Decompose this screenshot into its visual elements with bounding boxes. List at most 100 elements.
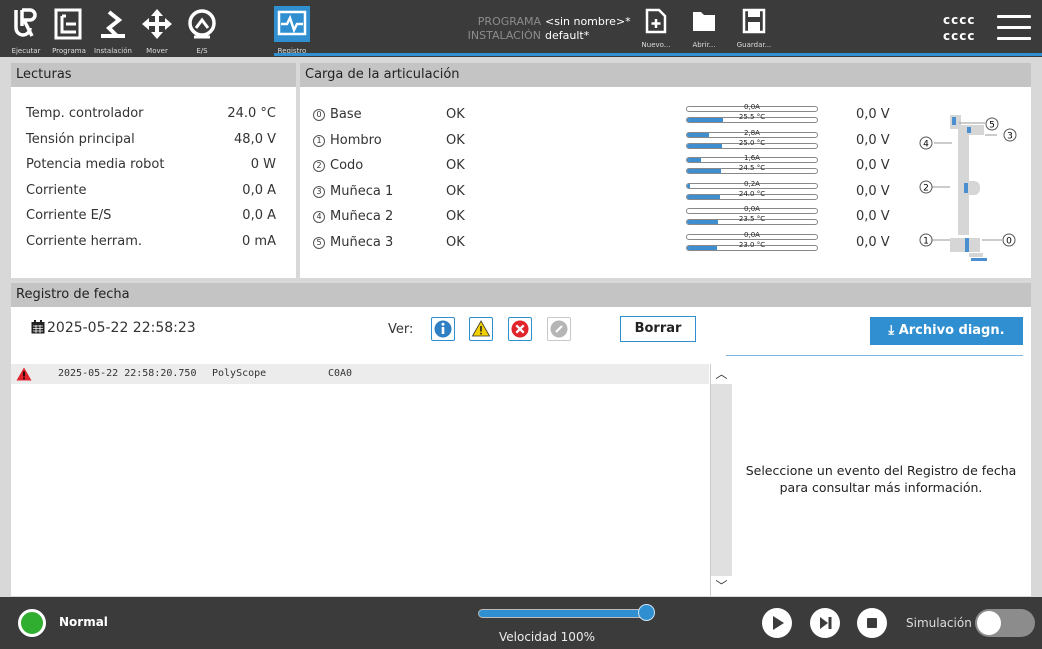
download-icon: ⤓ [888, 323, 895, 338]
stop-button[interactable] [857, 608, 887, 638]
current-value: 0,0A [744, 230, 760, 239]
log-detail-message: Seleccione un evento del Registro de fec… [745, 463, 1017, 495]
temperature-value: 23.5 °C [738, 215, 766, 223]
joint-row: 5 Muñeca 3 OK [313, 235, 913, 253]
play-icon [773, 616, 784, 630]
svg-text:1: 1 [923, 237, 929, 247]
open-file-button[interactable]: Abrir... [681, 4, 727, 54]
svg-text:2: 2 [923, 184, 929, 194]
speed-label: Velocidad 100% [499, 630, 595, 644]
move-arrows-icon [142, 9, 172, 39]
bottom-bar: Normal Velocidad 100% Simulación [0, 597, 1042, 649]
play-button[interactable] [762, 608, 792, 638]
reading-label: Temp. controlador [26, 106, 144, 121]
toggle-knob [977, 611, 1001, 635]
reading-row: Corriente herram. 0 mA [26, 234, 276, 252]
simulation-toggle[interactable] [975, 609, 1035, 637]
view-filter-label: Ver: [388, 322, 414, 337]
reading-value: 24.0 °C [227, 106, 276, 121]
nav-run-button[interactable]: Ejecutar [8, 4, 44, 56]
log-timestamp: 2025-05-22 22:58:20.750 [58, 368, 197, 379]
hamburger-menu-icon[interactable] [997, 15, 1031, 41]
nav-io-button[interactable]: E/S [184, 4, 220, 56]
separator-line [726, 355, 1023, 356]
joint-row: 2 Codo OK [313, 158, 913, 176]
save-file-label: Guardar... [736, 41, 772, 49]
joint-row: 1 Hombro OK [313, 133, 913, 151]
clear-log-button[interactable]: Borrar [620, 316, 696, 342]
joint-voltage: 0,0 V [856, 209, 890, 224]
joint-load-gauge: 1,6A 24.5 °C [686, 155, 818, 177]
warning-icon [471, 320, 491, 337]
reading-value: 0 mA [242, 234, 276, 249]
installation-name: default* [545, 29, 590, 42]
joint-load-gauge: 0,0A 25.5 °C [686, 104, 818, 126]
log-entry-row[interactable]: 2025-05-22 22:58:20.750 PolyScope C0A0 [11, 364, 709, 384]
nav-installation-button[interactable]: Instalación [94, 4, 132, 56]
temperature-value: 25.5 °C [738, 113, 766, 121]
joint-name: Muñeca 3 [330, 234, 394, 250]
joint-voltage: 0,0 V [856, 234, 890, 250]
current-value: 0,0A [744, 103, 760, 111]
log-title: Registro de fecha [11, 283, 1031, 307]
installation-key: INSTALACIÓN [467, 29, 541, 42]
reading-row: Corriente 0,0 A [26, 183, 276, 201]
save-file-button[interactable]: Guardar... [731, 4, 777, 54]
ur-logo-icon [14, 8, 37, 37]
nav-move-button[interactable]: Mover [139, 4, 175, 56]
new-file-button[interactable]: Nuevo... [633, 4, 679, 54]
filter-disabled-toggle[interactable] [547, 317, 571, 341]
joint-load-gauge: 0,0A 23.0 °C [686, 230, 818, 254]
temperature-value: 24.5 °C [738, 164, 766, 172]
readings-title: Lecturas [11, 63, 296, 87]
robot-status-label: Normal [59, 615, 108, 629]
top-bar: Ejecutar Programa Instalación Mover E/S … [0, 0, 1042, 57]
joint-voltage: 0,0 V [856, 158, 890, 173]
log-scrollbar[interactable]: ︿ ﹀ [710, 364, 732, 596]
speed-slider-handle[interactable] [638, 604, 655, 621]
reading-label: Corriente E/S [26, 208, 112, 223]
filter-info-toggle[interactable] [431, 317, 455, 341]
log-code: C0A0 [328, 368, 353, 379]
warning-triangle-icon [16, 367, 32, 381]
filter-error-toggle[interactable] [508, 317, 532, 341]
scroll-up-icon[interactable]: ︿ [711, 364, 732, 384]
speed-slider-track[interactable] [478, 609, 648, 618]
joint-name: Codo [330, 158, 364, 173]
joint-voltage: 0,0 V [856, 132, 890, 148]
reading-label: Corriente [26, 183, 87, 198]
nav-program-button[interactable]: Programa [51, 4, 87, 56]
scroll-down-icon[interactable]: ﹀ [711, 576, 732, 596]
robot-status-indicator[interactable] [18, 609, 46, 637]
svg-text:0: 0 [1006, 237, 1012, 247]
step-icon [820, 617, 832, 629]
new-file-icon [645, 8, 667, 34]
reading-value: 48,0 V [234, 132, 276, 147]
log-source: PolyScope [212, 368, 267, 379]
svg-text:4: 4 [923, 140, 929, 150]
user-line-2: cccc [943, 29, 976, 43]
svg-text:5: 5 [989, 121, 995, 131]
program-info: PROGRAMA <sin nombre>* INSTALACIÓN default… [445, 15, 631, 43]
temperature-value: 25.0 °C [738, 138, 766, 147]
joint-voltage: 0,0 V [856, 183, 890, 199]
filter-warning-toggle[interactable] [469, 317, 493, 341]
joint-load-gauge: 2,8A 25.0 °C [686, 129, 818, 152]
joint-status: OK [446, 234, 465, 250]
installation-icon [101, 10, 125, 38]
step-button[interactable] [810, 608, 840, 638]
datetime-text: 2025-05-22 22:58:23 [47, 320, 196, 336]
diagnostic-file-button[interactable]: ⤓ Archivo diagn. [870, 317, 1023, 345]
joint-voltage: 0,0 V [856, 107, 890, 122]
nav-log-button[interactable]: Registro [274, 4, 310, 56]
reading-value: 0 W [250, 157, 276, 172]
reading-label: Potencia media robot [26, 157, 165, 172]
polyscope-window: Ejecutar Programa Instalación Mover E/S … [0, 0, 1042, 649]
joint-load-gauge: 0,2A 24.0 °C [686, 180, 818, 203]
current-value: 1,6A [744, 154, 760, 162]
new-file-label: Nuevo... [641, 41, 671, 49]
readings-panel: Lecturas Temp. controlador 24.0 °C Tensi… [11, 63, 296, 278]
log-list[interactable]: 2025-05-22 22:58:20.750 PolyScope C0A0 [11, 364, 709, 596]
save-icon [742, 8, 766, 34]
info-icon [434, 320, 452, 338]
